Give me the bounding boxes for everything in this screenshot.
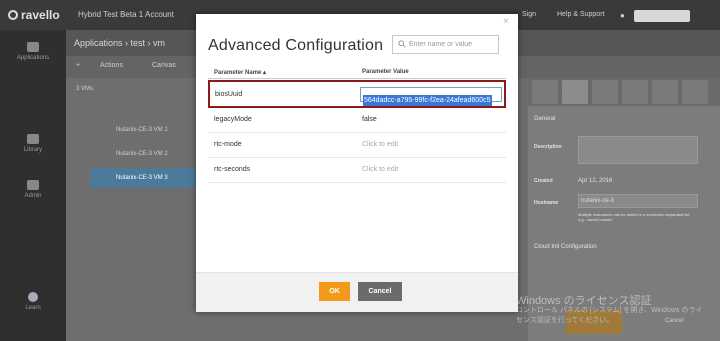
hostname-field[interactable]: nutanix-ce-3 [578,194,698,208]
param-value[interactable]: false [362,116,377,123]
account-title: Hybrid Test Beta 1 Account [78,10,174,19]
param-value-click-to-edit[interactable]: Click to edit [362,166,398,173]
param-value-input[interactable]: 564dadcc-a795-99fc-f2ea-24afead600c5 [360,87,502,106]
created-label: Created [534,178,553,184]
sidebar: Applications Library Admin Learn [0,30,66,341]
description-field[interactable] [578,136,698,164]
breadcrumb: Applications › test › vm [74,38,166,48]
param-name: legacyMode [214,116,252,123]
canvas-menu[interactable]: Canvas [152,62,176,69]
tab-system[interactable] [592,80,618,104]
vm-row[interactable]: Nutanix-CE-3 VM 2 [90,144,200,164]
dialog-footer: OK Cancel [196,272,518,312]
user-menu[interactable] [634,10,690,22]
sidebar-item-learn[interactable]: Learn [0,292,66,311]
header-divider [208,78,506,79]
ok-button[interactable]: OK [319,282,350,301]
param-row-rtc-seconds[interactable]: rtc-seconds Click to edit [208,158,506,183]
description-label: Description [534,144,562,150]
dialog-title: Advanced Configuration [208,37,384,54]
tab-network[interactable] [652,80,678,104]
sidebar-item-applications[interactable]: Applications [0,42,66,61]
close-icon[interactable]: × [503,17,509,27]
logo: ravello [8,8,60,22]
created-value: Apr 12, 2016 [578,178,613,184]
apps-icon [27,42,39,52]
param-name: biosUuid [215,91,243,98]
advanced-configuration-dialog: × Advanced Configuration Parameter Name … [196,14,518,312]
cancel-button[interactable]: Cancel [358,282,402,301]
sidebar-item-library[interactable]: Library [0,134,66,153]
param-row-rtc-mode[interactable]: rtc-mode Click to edit [208,133,506,158]
vm-count: 3 VMs [76,86,94,92]
param-row-legacymode[interactable]: legacyMode false [208,108,506,133]
tab-summary[interactable] [532,80,558,104]
library-icon [27,134,39,144]
param-row-biosuuid[interactable]: biosUuid 564dadcc-a795-99fc-f2ea-24afead… [208,80,506,108]
tab-disks[interactable] [622,80,648,104]
activation-watermark-line: コントロール パネルの [システム] を開き、Windows のライ [516,307,703,314]
search-icon [398,40,406,48]
search-box[interactable] [392,35,499,54]
hostname-label: Hostname [534,200,559,206]
sidebar-item-admin[interactable]: Admin [0,180,66,199]
tab-services[interactable] [682,80,708,104]
search-input[interactable] [409,38,497,51]
param-value-click-to-edit[interactable]: Click to edit [362,141,398,148]
details-tabs [528,78,720,106]
cloud-init-title: Cloud Init Configuration [534,244,597,250]
bulb-icon [28,292,38,302]
hostname-hint: Multiple hostnames can be added in a sem… [578,212,691,222]
activation-watermark-line: センス認証を行ってください。 [516,317,614,324]
tab-general[interactable] [562,80,588,104]
section-general: General [534,116,556,122]
column-header-name[interactable]: Parameter Name ▴ [214,69,266,76]
vm-row[interactable]: Nutanix-CE-3 VM 1 [90,120,200,140]
vm-row-selected[interactable]: Nutanix-CE-3 VM 3 [90,168,200,188]
selected-value-text: 564dadcc-a795-99fc-f2ea-24afead600c5 [363,95,492,106]
admin-icon [27,180,39,190]
column-header-value: Parameter Value [362,69,409,75]
add-icon[interactable]: + [76,62,80,69]
sign-link[interactable]: Sign [522,11,536,18]
param-name: rtc-seconds [214,166,251,173]
background-cancel-button[interactable]: Cancel [665,318,684,324]
person-icon[interactable]: ● [620,11,625,20]
actions-menu[interactable]: Actions [100,62,123,69]
help-link[interactable]: Help & Support [557,11,604,18]
param-name: rtc-mode [214,141,242,148]
